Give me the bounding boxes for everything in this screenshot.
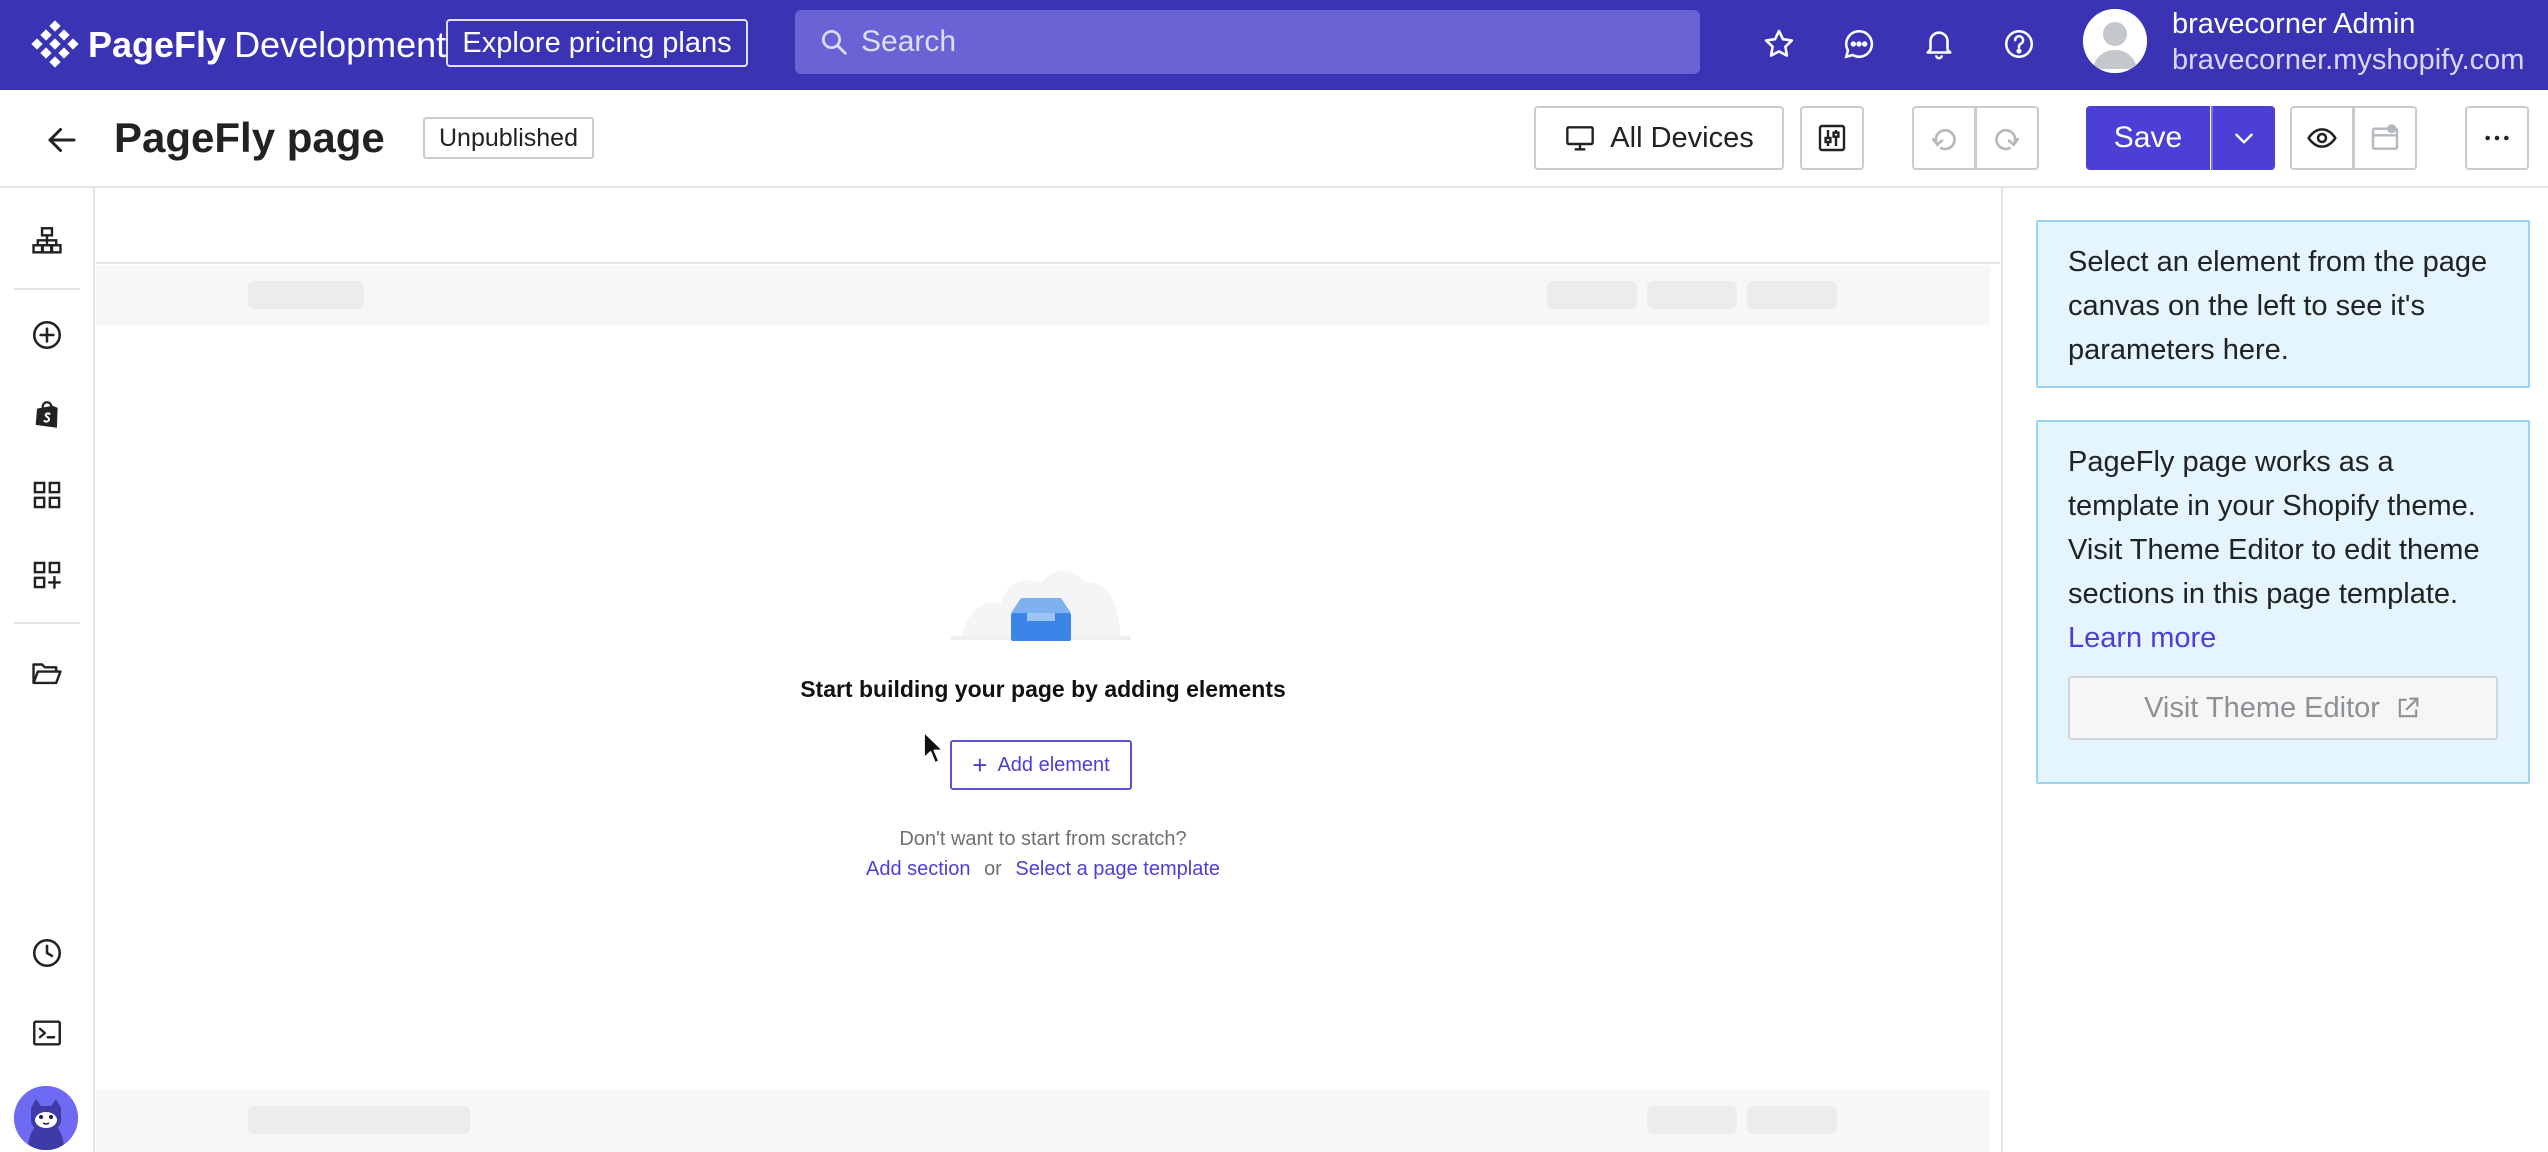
preview-button[interactable] [2290, 106, 2354, 170]
page-header: PageFly page Unpublished All Devices Sav… [0, 90, 2548, 188]
external-link-icon [2398, 697, 2419, 718]
explore-pricing-button[interactable]: Explore pricing plans [446, 19, 748, 67]
top-bar: PageFly Development Explore pricing plans… [0, 0, 2548, 90]
folder-icon[interactable] [24, 650, 70, 696]
publish-button[interactable] [2353, 106, 2417, 170]
scratch-hint: Don't want to start from scratch? [899, 828, 1187, 850]
add-section-link[interactable]: Add section [866, 858, 971, 880]
redo-button[interactable] [1975, 106, 2039, 170]
layers-icon[interactable] [24, 218, 70, 264]
theme-editor-info: PageFly page works as a template in your… [2036, 420, 2530, 784]
page-canvas[interactable]: Start building your page by adding eleme… [96, 188, 2000, 1152]
status-badge: Unpublished [423, 117, 594, 159]
plus-icon: + [972, 750, 988, 780]
page-title[interactable]: PageFly page [114, 110, 385, 166]
brand-name: PageFly Development [88, 22, 446, 68]
add-element-label: Add element [997, 753, 1110, 776]
skeleton-footer-item [1747, 1106, 1837, 1134]
rail-divider [14, 622, 80, 624]
mouse-cursor-icon [923, 731, 944, 764]
empty-state-illustration [951, 570, 1131, 641]
save-options-button[interactable] [2211, 106, 2275, 170]
rail-divider [14, 288, 80, 290]
all-devices-label: All Devices [1610, 121, 1754, 154]
skeleton-footer-item [1647, 1106, 1737, 1134]
footer-skeleton [96, 1090, 1990, 1152]
undo-icon [1932, 128, 1956, 151]
redo-icon [1995, 128, 2019, 151]
grid-icon[interactable] [24, 472, 70, 518]
more-options-button[interactable] [2465, 106, 2529, 170]
add-element-button[interactable]: + Add element [950, 740, 1132, 790]
add-grid-icon[interactable] [24, 552, 70, 598]
help-icon[interactable] [1997, 22, 2041, 66]
sliders-icon [1818, 124, 1846, 152]
skeleton-nav-item [1747, 281, 1837, 309]
user-avatar[interactable] [2083, 9, 2147, 73]
theme-info-text: PageFly page works as a template in your… [2068, 446, 2480, 610]
chevron-down-icon [2235, 133, 2253, 144]
user-shop-domain[interactable]: bravecorner.myshopify.com [2172, 42, 2524, 78]
select-template-link[interactable]: Select a page template [1015, 858, 1220, 880]
canvas-top-divider [96, 262, 2000, 264]
skeleton-footer-text [248, 1106, 470, 1134]
eye-icon [2307, 128, 2337, 148]
publish-icon [2371, 124, 2399, 150]
skeleton-logo [248, 281, 364, 309]
arrow-left-icon [48, 128, 76, 152]
more-horizontal-icon [2485, 135, 2509, 141]
back-button[interactable] [40, 118, 84, 162]
star-icon[interactable] [1757, 22, 1801, 66]
start-options: Add section or Select a page template [96, 858, 1990, 881]
visit-theme-editor-button[interactable]: Visit Theme Editor [2068, 676, 2498, 740]
skeleton-nav-item [1647, 281, 1737, 309]
select-element-hint: Select an element from the page canvas o… [2036, 220, 2530, 388]
brand-env: Development [234, 24, 447, 65]
search-input[interactable] [859, 17, 1700, 67]
add-circle-icon[interactable] [24, 312, 70, 358]
search-icon [822, 30, 847, 55]
user-name[interactable]: bravecorner Admin [2172, 6, 2415, 42]
left-rail [0, 188, 95, 1152]
select-element-text: Select an element from the page canvas o… [2068, 246, 2488, 366]
pagefly-logo-icon[interactable] [30, 20, 80, 70]
settings-sliders-button[interactable] [1800, 106, 1864, 170]
empty-state-title: Start building your page by adding eleme… [800, 676, 1286, 702]
all-devices-button[interactable]: All Devices [1534, 106, 1784, 170]
brand-title: PageFly [88, 24, 227, 65]
monitor-icon [1566, 126, 1595, 151]
learn-more-link[interactable]: Learn more [2068, 616, 2216, 660]
shopify-bag-icon[interactable] [24, 392, 70, 438]
bell-icon[interactable] [1917, 22, 1961, 66]
or-separator: or [984, 858, 1002, 880]
search-bar[interactable] [795, 10, 1700, 74]
save-button[interactable]: Save [2086, 106, 2210, 170]
properties-panel: Select an element from the page canvas o… [2001, 188, 2548, 1152]
visit-theme-label: Visit Theme Editor [2144, 691, 2380, 724]
undo-button[interactable] [1912, 106, 1976, 170]
terminal-icon[interactable] [24, 1010, 70, 1056]
chat-icon[interactable] [1837, 22, 1881, 66]
history-icon[interactable] [24, 930, 70, 976]
header-skeleton [96, 265, 1990, 325]
mascot-avatar[interactable] [14, 1086, 78, 1150]
skeleton-nav-item [1547, 281, 1637, 309]
